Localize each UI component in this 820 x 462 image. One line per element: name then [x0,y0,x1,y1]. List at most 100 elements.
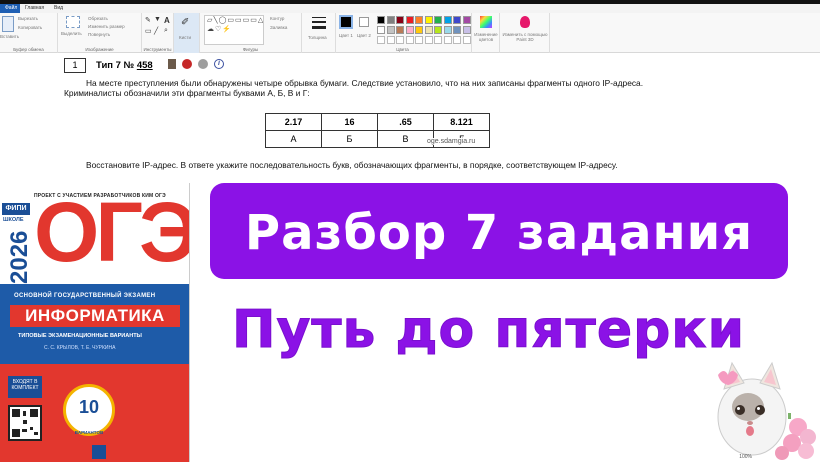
fragment-cell: 8.121 [433,113,490,131]
color1-label: Цвет 1 [339,33,353,38]
custom-color-slot[interactable] [386,36,395,44]
select-button[interactable]: Выделить [61,31,82,36]
pin-icon[interactable] [182,59,192,69]
palette-color-swatch[interactable] [386,26,395,34]
zoom-icon[interactable]: ⌕ [164,27,168,35]
tab-view[interactable]: Вид [49,4,68,13]
palette-color-swatch[interactable] [434,16,442,24]
book-cover: ФИПИ ШКОЛЕ 2026 ОГЭ ПРОЕКТ С УЧАСТИЕМ РА… [0,183,190,462]
palette-color-swatch[interactable] [434,26,442,34]
tools-group: ✎ ▼ A ▭ ╱ ⌕ Инструменты [142,13,174,53]
palette-color-swatch[interactable] [453,16,461,24]
ribbon: Вставить Вырезать Копировать Буфер обмен… [0,13,820,53]
variants-word: ВАРИАНТОВ [74,430,104,435]
size-group: Толщина [302,13,336,53]
cut-button[interactable]: Вырезать [18,16,38,21]
custom-color-slot[interactable] [434,36,442,44]
tools-label: Инструменты [143,47,172,52]
letter-cell: А [265,130,322,148]
custom-color-slot[interactable] [453,36,461,44]
shapes-label: Фигуры [242,47,259,52]
color2-label: Цвет 2 [357,33,371,38]
problem-text-2: Восстановите IP-адрес. В ответе укажите … [86,160,618,170]
brushes-button[interactable]: Кисти [179,35,191,40]
eraser-icon[interactable]: ▭ [145,27,152,35]
cat-sticker-icon [702,355,820,462]
crop-button[interactable]: Обрезать [88,16,108,21]
colors-label: Цвета [396,47,409,52]
zoom-level: 100% [739,454,752,460]
tab-file[interactable]: Файл [0,4,20,13]
palette-group: Цвета [374,13,472,53]
banner-title: Разбор 7 задания [244,205,754,261]
paint3d-button[interactable]: Изменить с помощью Paint 3D [502,32,548,42]
edit-colors-button[interactable]: Изменение цветов [473,32,499,42]
problem-text-1: На месте преступления были обнаружены че… [64,78,644,98]
problem-type-prefix: Тип 7 № [96,60,137,71]
palette-color-swatch[interactable] [453,26,461,34]
palette-color-swatch[interactable] [396,16,404,24]
brushes-group: ✐ Кисти [174,13,200,53]
letter-cell: В [377,130,434,148]
book-project-label: ПРОЕКТ С УЧАСТИЕМ РАЗРАБОТЧИКОВ КИМ ОГЭ [34,193,166,199]
fragment-cell: 16 [321,113,378,131]
custom-color-slot[interactable] [377,36,385,44]
fill-shape-button[interactable]: Заливка [270,25,287,30]
variants-badge: 10 ВАРИАНТОВ [63,384,115,436]
info-icon[interactable]: i [214,59,224,69]
book-subject: ИНФОРМАТИКА [10,305,180,327]
copy-button[interactable]: Копировать [18,25,42,30]
paste-button[interactable]: Вставить [0,34,19,39]
palette-color-swatch[interactable] [405,16,414,24]
custom-color-slot[interactable] [405,36,414,44]
palette-color-swatch[interactable] [424,16,433,24]
qr-pattern [12,409,38,437]
resize-button[interactable]: Изменить размер [88,24,125,29]
palette-color-swatch[interactable] [462,16,471,24]
palette-color-swatch[interactable] [386,16,395,24]
color2-swatch[interactable] [359,17,369,27]
custom-color-slot[interactable] [396,36,404,44]
palette-color-swatch[interactable] [396,26,404,34]
paste-icon [2,16,14,32]
text-tool-icon[interactable]: A [164,16,170,25]
image-label: Изображение [85,47,114,52]
tab-home[interactable]: Главная [20,4,49,13]
palette-color-swatch[interactable] [377,26,385,34]
palette-color-swatch[interactable] [443,16,452,24]
palette-color-swatch[interactable] [462,26,471,34]
size-line-1 [312,17,326,18]
custom-color-slot[interactable] [443,36,452,44]
brush-icon[interactable]: ✐ [181,17,189,28]
qr-code-icon [8,405,42,441]
fragment-cell: 2.17 [265,113,322,131]
letter-cell: Б [321,130,378,148]
fill-icon[interactable]: ▼ [154,16,161,23]
palette-color-swatch[interactable] [405,26,414,34]
palette-color-swatch[interactable] [415,26,423,34]
problem-icons: i [168,59,224,69]
palette-color-swatch[interactable] [415,16,423,24]
color1-swatch[interactable] [339,15,353,29]
book-typical-label: ТИПОВЫЕ ЭКЗАМЕНАЦИОННЫЕ ВАРИАНТЫ [18,333,142,339]
palette-color-swatch[interactable] [424,26,433,34]
pencil-icon[interactable]: ✎ [145,16,151,24]
custom-color-slot[interactable] [424,36,433,44]
clipboard-group: Вставить Вырезать Копировать Буфер обмен… [0,13,58,53]
publisher-logo-icon [92,445,106,459]
size-button[interactable]: Толщина [308,35,327,40]
palette-color-swatch[interactable] [443,26,452,34]
picker-icon[interactable]: ╱ [154,27,158,35]
custom-color-slot[interactable] [462,36,471,44]
paint3d-group: Изменить с помощью Paint 3D [500,13,550,53]
status-dot-icon[interactable] [198,59,208,69]
custom-color-slot[interactable] [415,36,423,44]
outline-button[interactable]: Контур [270,16,284,21]
shapes-gallery[interactable]: ▱╲◯▭▭▭▭△▷◇⬠⬡⇨⇦⇧⇩✦✧☆✩◠☁♡⚡ [204,15,264,45]
palette-color-swatch[interactable] [377,16,385,24]
document-icon[interactable] [168,59,176,69]
book-oge-title: ОГЭ [34,185,190,279]
problem-id-link[interactable]: 458 [137,60,153,71]
book-exam-label: ОСНОВНОЙ ГОСУДАРСТВЕННЫЙ ЭКЗАМЕН [14,293,156,299]
rotate-button[interactable]: Повернуть [88,32,110,37]
